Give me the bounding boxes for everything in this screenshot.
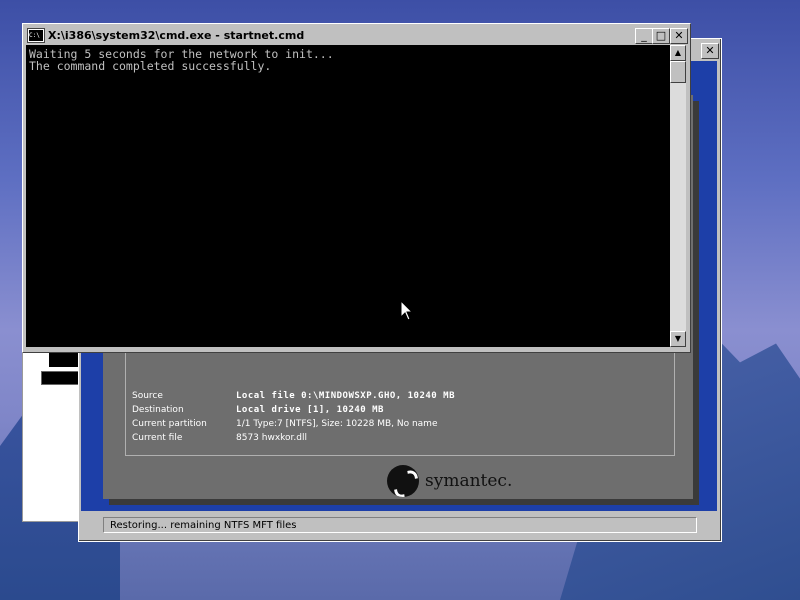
detail-key: Destination (132, 405, 184, 415)
symantec-brand: symantec. (387, 465, 512, 497)
scroll-down-arrow-icon[interactable]: ▼ (670, 331, 686, 347)
detail-key: Current file (132, 433, 183, 443)
detail-key: Source (132, 391, 163, 401)
detail-key: Current partition (132, 419, 207, 429)
ghost-close-button[interactable]: ✕ (701, 43, 719, 59)
detail-value: 8573 hwxkor.dll (236, 433, 308, 443)
scroll-up-arrow-icon[interactable]: ▲ (670, 45, 686, 61)
ghost-status-bar: Restoring... remaining NTFS MFT files (81, 515, 717, 537)
cmd-title-text: X:\i386\system32\cmd.exe - startnet.cmd (48, 28, 305, 42)
cmd-window[interactable]: C:\ X:\i386\system32\cmd.exe - startnet.… (22, 23, 691, 353)
console-line: The command completed successfully. (29, 59, 272, 73)
detail-value: 1/1 Type:7 [NTFS], Size: 10228 MB, No na… (236, 419, 438, 429)
minimize-button[interactable]: _ (635, 28, 653, 44)
close-button[interactable]: ✕ (670, 28, 688, 44)
detail-value: Local drive [1], 10240 MB (236, 405, 384, 415)
detail-row-source: Source Local file 0:\MINDOWSXP.GHO, 10240… (132, 391, 455, 401)
console-output[interactable]: Waiting 5 seconds for the network to ini… (26, 45, 670, 347)
detail-value: Local file 0:\MINDOWSXP.GHO, 10240 MB (236, 391, 455, 401)
detail-row-file: Current file 8573 hwxkor.dll (132, 433, 307, 443)
detail-row-partition: Current partition 1/1 Type:7 [NTFS], Size… (132, 419, 438, 429)
maximize-button[interactable]: □ (652, 28, 670, 44)
symantec-logo-icon (387, 465, 419, 497)
cmd-title-bar[interactable]: C:\ X:\i386\system32\cmd.exe - startnet.… (25, 26, 688, 44)
vertical-scrollbar[interactable]: ▲ ▼ (670, 45, 686, 347)
detail-row-destination: Destination Local drive [1], 10240 MB (132, 405, 384, 415)
cmd-app-icon[interactable]: C:\ (28, 28, 44, 42)
scroll-thumb[interactable] (670, 61, 686, 83)
brand-text: symantec. (425, 471, 513, 491)
status-text: Restoring... remaining NTFS MFT files (103, 517, 697, 533)
